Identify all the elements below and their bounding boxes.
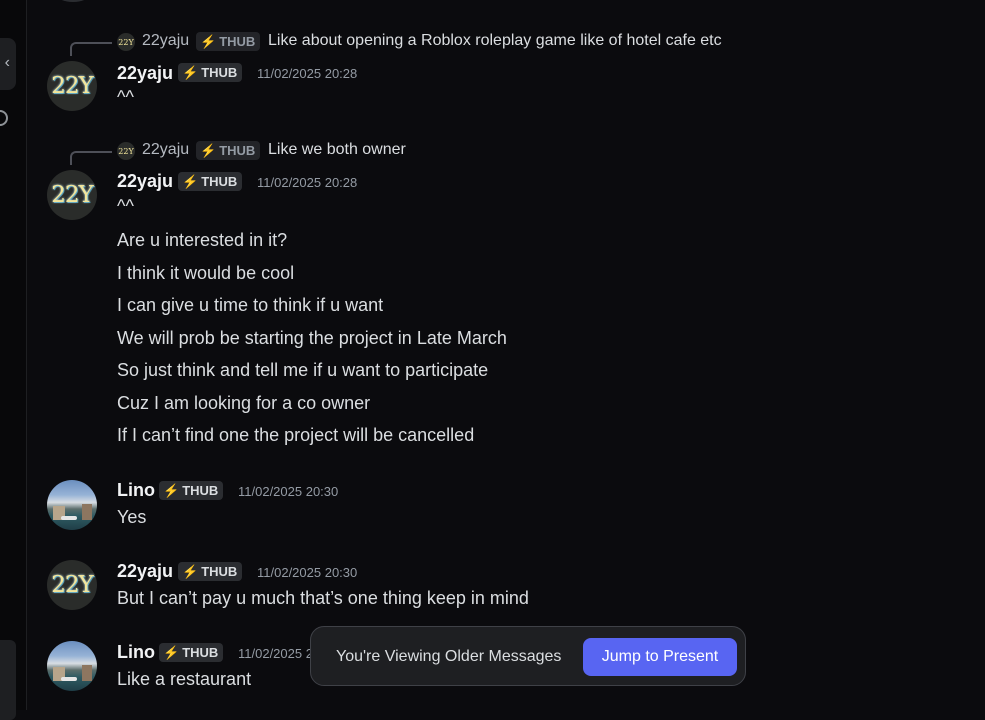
reply-text[interactable]: Like about opening a Roblox roleplay gam… [268, 32, 722, 50]
username[interactable]: 22yaju [117, 63, 173, 84]
previous-avatar [56, 0, 90, 2]
lightning-bolt-icon: ⚡ [200, 143, 217, 158]
avatar-text: 22Y [51, 73, 93, 99]
avatar[interactable] [47, 480, 97, 530]
avatar-detail [82, 504, 92, 520]
message-text: ^^ [117, 87, 134, 107]
chevron-left-icon: ‹ [4, 54, 10, 71]
jump-to-present-button[interactable]: Jump to Present [583, 638, 737, 676]
message-text: So just think and tell me if u want to p… [117, 360, 489, 380]
reply-tag-label: THUB [219, 143, 256, 158]
clan-tag-label: THUB [182, 645, 219, 660]
reply-preview[interactable]: 22Y 22yaju ⚡ THUB Like we both owner [0, 140, 985, 165]
server-sidebar: ‹ [0, 0, 27, 720]
reply-avatar: 22Y [117, 33, 135, 51]
clan-tag[interactable]: ⚡ THUB [178, 63, 243, 82]
older-messages-banner: You're Viewing Older Messages Jump to Pr… [310, 626, 746, 686]
reply-preview[interactable]: 22Y 22yaju ⚡ THUB Like about opening a Ro… [0, 31, 985, 56]
message-text: I can give u time to think if u want [117, 295, 384, 315]
avatar[interactable]: 22Y [47, 61, 97, 111]
message-text: I think it would be cool [117, 263, 295, 283]
message-text: Like a restaurant [117, 669, 252, 689]
avatar-text: 22Y [51, 572, 93, 598]
avatar[interactable]: 22Y [47, 170, 97, 220]
reply-spine [70, 151, 112, 165]
lightning-bolt-icon: ⚡ [200, 34, 217, 49]
username[interactable]: 22yaju [117, 171, 173, 192]
reply-spine [70, 42, 112, 56]
message-text: Cuz I am looking for a co owner [117, 393, 371, 413]
message-text: Are u interested in it? [117, 230, 288, 250]
reply-text[interactable]: Like we both owner [268, 141, 406, 159]
avatar[interactable] [47, 641, 97, 691]
message-text: We will prob be starting the project in … [117, 328, 507, 348]
clan-tag[interactable]: ⚡ THUB [178, 562, 243, 581]
username[interactable]: Lino [117, 480, 155, 501]
clan-tag-label: THUB [201, 174, 238, 189]
reply-author[interactable]: 22yaju [142, 141, 189, 159]
timestamp: 11/02/2025 20:28 [257, 66, 358, 81]
clan-tag-label: THUB [201, 564, 238, 579]
banner-text: You're Viewing Older Messages [336, 648, 562, 665]
reply-tag: ⚡ THUB [196, 141, 261, 160]
clan-tag-label: THUB [182, 483, 219, 498]
avatar[interactable]: 22Y [47, 560, 97, 610]
message-text: But I can’t pay u much that’s one thing … [117, 588, 529, 608]
avatar-text: 22Y [51, 182, 93, 208]
timestamp: 11/02/2025 20:28 [257, 175, 358, 190]
clan-tag[interactable]: ⚡ THUB [178, 172, 243, 191]
lightning-bolt-icon: ⚡ [182, 65, 199, 80]
reply-tag-label: THUB [219, 34, 256, 49]
clan-tag[interactable]: ⚡ THUB [159, 481, 224, 500]
lightning-bolt-icon: ⚡ [163, 645, 180, 660]
message-text: Yes [117, 507, 147, 527]
reply-avatar: 22Y [117, 142, 135, 160]
clan-tag[interactable]: ⚡ THUB [159, 643, 224, 662]
timestamp: 11/02/2025 20:30 [238, 484, 339, 499]
sidebar-panel[interactable] [0, 640, 16, 720]
message-text: If I can’t find one the project will be … [117, 425, 475, 445]
avatar-detail [82, 665, 92, 681]
clan-tag-label: THUB [201, 65, 238, 80]
avatar-detail [61, 516, 77, 520]
message-text: ^^ [117, 196, 134, 216]
reply-tag: ⚡ THUB [196, 32, 261, 51]
reply-author[interactable]: 22yaju [142, 32, 189, 50]
avatar-detail [61, 677, 77, 681]
username[interactable]: 22yaju [117, 561, 173, 582]
lightning-bolt-icon: ⚡ [182, 174, 199, 189]
status-icon [0, 110, 8, 126]
lightning-bolt-icon: ⚡ [163, 483, 180, 498]
username[interactable]: Lino [117, 642, 155, 663]
timestamp: 11/02/2025 20:30 [257, 565, 358, 580]
lightning-bolt-icon: ⚡ [182, 564, 199, 579]
